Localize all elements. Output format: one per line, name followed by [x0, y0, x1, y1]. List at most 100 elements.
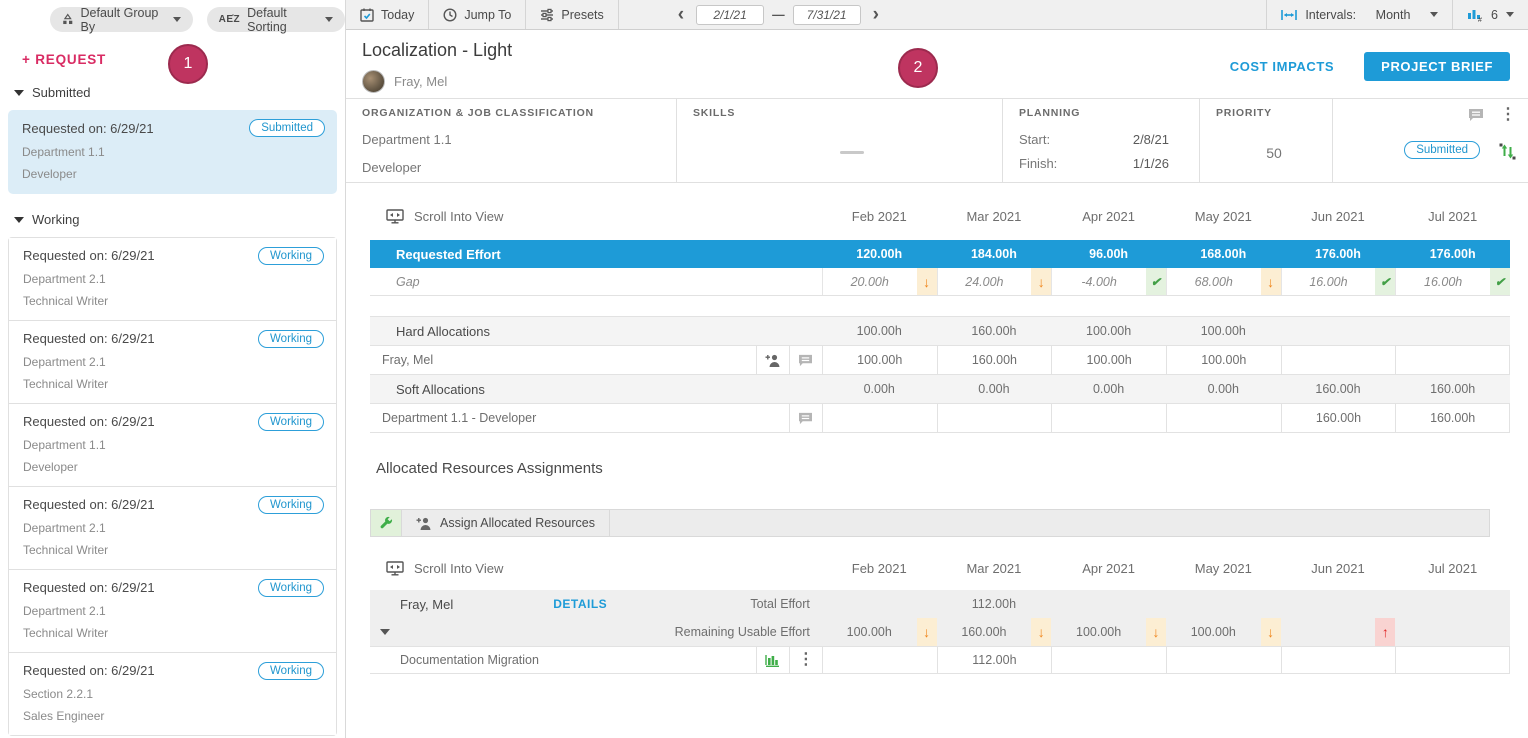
tools-button[interactable]: [371, 510, 402, 536]
date-to-input[interactable]: [793, 5, 861, 25]
jump-to-button[interactable]: Jump To: [429, 0, 526, 29]
scroll-into-view-label: Scroll Into View: [414, 561, 503, 576]
card-role: Developer: [23, 460, 322, 474]
resource-name: Fray, Mel: [400, 597, 453, 612]
scroll-into-view-icon: [386, 561, 404, 576]
working-section-label: Working: [32, 212, 79, 227]
hard-resource-cell: 100.00h: [822, 346, 937, 374]
remaining-cell: ↑: [1281, 618, 1396, 646]
gap-decrease-icon: ↓: [1267, 274, 1274, 290]
presets-button[interactable]: Presets: [526, 0, 618, 29]
request-card-submitted[interactable]: Requested on: 6/29/21 Submitted Departme…: [8, 110, 337, 194]
hard-resource-cell: 100.00h: [1051, 346, 1166, 374]
gap-cell: 20.00h↓: [822, 268, 937, 295]
request-card[interactable]: Requested on: 6/29/21 Working Section 2.…: [9, 653, 336, 735]
allocations-block: Hard Allocations 100.00h 160.00h 100.00h…: [370, 316, 1510, 433]
requested-effort-grid: Scroll Into View Feb 2021 Mar 2021 Apr 2…: [370, 200, 1510, 433]
soft-alloc-cell: 0.00h: [1166, 375, 1281, 403]
submitted-section-header[interactable]: Submitted: [14, 85, 345, 100]
card-role: Technical Writer: [23, 377, 322, 391]
more-menu-icon[interactable]: ⋮: [1500, 107, 1516, 123]
sidebar-filter-row: Default Group By AΕ̇Z Default Sorting: [0, 0, 345, 32]
request-card[interactable]: Requested on: 6/29/21 Working Department…: [9, 570, 336, 653]
soft-alloc-cell: 160.00h: [1281, 375, 1396, 403]
status-change-icon[interactable]: [1499, 143, 1516, 160]
hard-alloc-cell: [1395, 317, 1510, 345]
collapse-group-button[interactable]: [380, 629, 390, 635]
request-card[interactable]: Requested on: 6/29/21 Working Department…: [9, 238, 336, 321]
bar-chart-icon: [765, 654, 780, 667]
intervals-label: Intervals:: [1305, 8, 1356, 22]
empty-skills-dash: [840, 151, 864, 154]
request-status-badge: Submitted: [1404, 141, 1480, 159]
card-role: Technical Writer: [23, 626, 322, 640]
chart-button[interactable]: [756, 647, 789, 673]
scroll-into-view-button[interactable]: Scroll Into View: [370, 561, 503, 576]
scroll-into-view-button[interactable]: Scroll Into View: [370, 209, 503, 224]
cost-impacts-button[interactable]: COST IMPACTS: [1230, 59, 1334, 74]
card-org: Department 2.1: [23, 521, 322, 535]
intervals-dropdown[interactable]: Intervals: Month: [1266, 0, 1452, 29]
add-person-button[interactable]: [756, 346, 789, 374]
month-header: Jun 2021: [1281, 200, 1396, 232]
comment-button[interactable]: [789, 404, 822, 432]
gap-cell: -4.00h✔: [1051, 268, 1166, 295]
card-role: Technical Writer: [23, 294, 322, 308]
owner-name: Fray, Mel: [394, 74, 447, 89]
comment-button[interactable]: [789, 346, 822, 374]
requested-effort-cell: 168.00h: [1166, 240, 1281, 268]
status-badge: Working: [258, 330, 324, 348]
requested-effort-label: Requested Effort: [370, 240, 756, 268]
priority-header: PRIORITY: [1216, 107, 1332, 119]
grid-header-row: Scroll Into View Feb 2021 Mar 2021 Apr 2…: [370, 200, 1510, 232]
month-header: Jul 2021: [1395, 552, 1510, 584]
gap-cell: 16.00h✔: [1281, 268, 1396, 295]
hard-resource-cell: 100.00h: [1166, 346, 1281, 374]
gap-ok-icon: ✔: [1151, 275, 1161, 289]
soft-resource-cell: 160.00h: [1281, 404, 1396, 432]
request-card[interactable]: Requested on: 6/29/21 Working Department…: [9, 404, 336, 487]
status-column-icons: ⋮: [1468, 107, 1516, 123]
assignments-grid: Scroll Into View Feb 2021 Mar 2021 Apr 2…: [370, 552, 1510, 674]
assignments-toolbar: Assign Allocated Resources: [370, 509, 1490, 537]
group-by-label: Default Group By: [81, 6, 166, 34]
next-period-button[interactable]: ›: [869, 5, 883, 24]
gap-row: Gap 20.00h↓ 24.00h↓ -4.00h✔ 68.00h↓ 16.0…: [370, 268, 1510, 296]
request-card[interactable]: Requested on: 6/29/21 Working Department…: [9, 321, 336, 404]
page-title: Localization - Light: [362, 40, 512, 61]
status-column: ⋮ Submitted: [1333, 99, 1528, 182]
column-count-value: 6: [1491, 8, 1498, 22]
planning-header: PLANNING: [1019, 107, 1199, 119]
sorting-dropdown[interactable]: AΕ̇Z Default Sorting: [207, 7, 345, 32]
prev-period-button[interactable]: ‹: [674, 5, 688, 24]
date-from-input[interactable]: [696, 5, 764, 25]
card-org: Department 2.1: [23, 355, 322, 369]
org-value: Department 1.1: [362, 132, 676, 147]
avatar[interactable]: [362, 70, 385, 93]
assign-allocated-resources-button[interactable]: Assign Allocated Resources: [402, 510, 610, 536]
role-value: Developer: [362, 160, 676, 175]
group-by-dropdown[interactable]: Default Group By: [50, 7, 193, 32]
soft-resource-row: Department 1.1 - Developer 160.00h 160.0…: [370, 404, 1510, 433]
details-link[interactable]: DETAILS: [553, 597, 607, 611]
request-card[interactable]: Requested on: 6/29/21 Working Department…: [9, 487, 336, 570]
increase-icon: ↑: [1382, 624, 1389, 640]
row-menu-button[interactable]: ⋮: [789, 647, 822, 673]
hard-allocations-label: Hard Allocations: [370, 317, 756, 345]
working-card-list: Requested on: 6/29/21 Working Department…: [8, 237, 337, 736]
grid-header-row: Scroll Into View Feb 2021 Mar 2021 Apr 2…: [370, 552, 1510, 584]
task-cell: [1281, 647, 1396, 673]
finish-row: Finish: 1/1/26: [1019, 156, 1169, 171]
project-brief-button[interactable]: PROJECT BRIEF: [1364, 52, 1510, 81]
working-section-header[interactable]: Working: [14, 212, 345, 227]
az-sort-icon: AΕ̇Z: [219, 14, 241, 25]
more-menu-icon: ⋮: [798, 652, 814, 668]
column-count-dropdown[interactable]: # 6: [1452, 0, 1528, 29]
date-range-control: ‹ — ›: [674, 0, 883, 29]
soft-resource-cell: [1166, 404, 1281, 432]
chevron-down-icon: [1430, 12, 1438, 17]
comment-icon[interactable]: [1468, 108, 1484, 122]
task-name: Documentation Migration: [370, 647, 756, 673]
remaining-effort-label: Remaining Usable Effort: [675, 625, 822, 639]
today-button[interactable]: Today: [346, 0, 429, 29]
